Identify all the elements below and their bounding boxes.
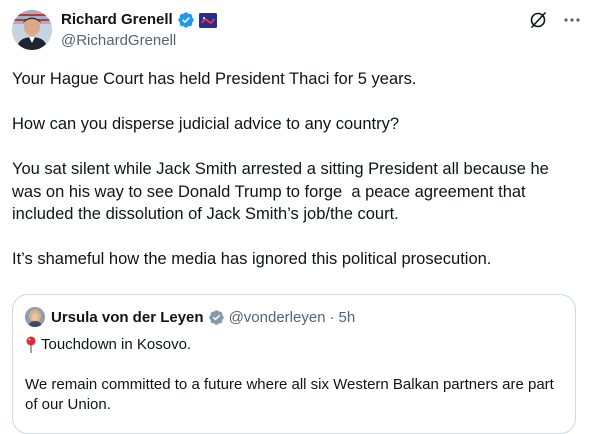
- round-pushpin-icon: [25, 336, 37, 354]
- quoted-display-name[interactable]: Ursula von der Leyen: [51, 309, 204, 326]
- more-icon[interactable]: [562, 10, 582, 30]
- quoted-first-line: Touchdown in Kosovo.: [25, 335, 191, 355]
- separator-dot: ·: [329, 308, 335, 326]
- quoted-author-avatar[interactable]: [25, 307, 45, 327]
- quoted-body-text: We remain committed to a future where al…: [25, 376, 554, 413]
- affiliate-badge-icon[interactable]: [198, 12, 217, 28]
- tweet-text: Your Hague Court has held President Thac…: [12, 70, 549, 268]
- author-avatar[interactable]: [12, 10, 52, 50]
- verified-badge-icon: [208, 309, 225, 326]
- quoted-name-row: Ursula von der Leyen @vonderleyen · 5h: [51, 307, 355, 327]
- grok-icon[interactable]: [528, 10, 548, 30]
- author-name-row: Richard Grenell: [61, 10, 217, 30]
- author-display-name[interactable]: Richard Grenell: [61, 10, 173, 30]
- quoted-timestamp[interactable]: 5h: [339, 309, 356, 326]
- tweet-actions-top: [528, 10, 582, 30]
- quoted-first-line-text: Touchdown in Kosovo.: [41, 336, 192, 353]
- author-handle[interactable]: @RichardGrenell: [61, 31, 176, 51]
- verified-badge-icon: [177, 11, 195, 29]
- quoted-handle[interactable]: @vonderleyen: [229, 309, 326, 326]
- quoted-tweet[interactable]: Ursula von der Leyen @vonderleyen · 5h T…: [12, 294, 576, 434]
